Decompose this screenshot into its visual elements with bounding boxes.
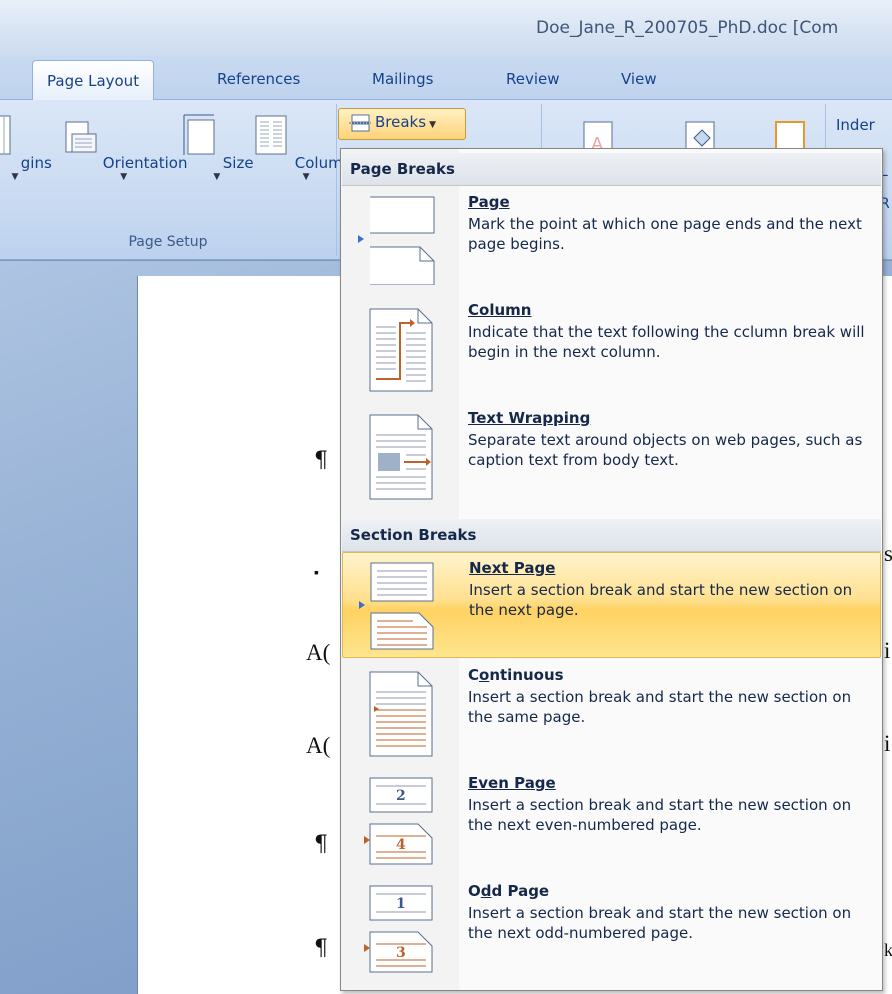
doc-text-fragment: k [884,940,892,960]
menu-item-continuous[interactable]: Continuous Insert a section break and st… [342,660,881,766]
menu-item-title: Continuous [468,666,564,684]
chevron-down-icon: ▼ [213,172,221,182]
menu-item-description: Mark the point at which one page ends an… [468,215,862,253]
menu-item-description: Insert a section break and start the new… [469,581,853,619]
doc-text-fragment: i [884,731,891,756]
orientation-button[interactable]: Orientation ▼ [60,112,187,182]
column-break-icon [369,308,433,392]
indent-label: Inder [836,116,875,134]
paragraph-mark: ¶ [314,832,328,857]
even-page-icon: 2 4 [364,777,433,865]
section-breaks-header: Section Breaks [342,519,881,552]
margins-button[interactable]: gins ▼ [0,112,52,182]
odd-page-icon: 1 3 [364,885,433,973]
svg-text:4: 4 [396,837,406,853]
breaks-menu: Page Breaks Page Mark the point at which… [340,148,883,991]
page-breaks-header: Page Breaks [342,153,881,186]
menu-item-title: Column [468,301,532,319]
doc-text-fragment: i [884,638,891,663]
menu-item-odd-page[interactable]: 1 3 Odd Page Insert a section break and … [342,876,881,982]
tab-page-layout[interactable]: Page Layout [32,60,155,101]
page-setup-group: gins ▼ Orientation ▼ Size ▼ Columns ▼ Pa… [0,104,360,256]
menu-item-title: Next Page [469,559,556,577]
tab-references[interactable]: References [217,70,300,88]
menu-item-title: Page [468,193,510,211]
bullet-mark: ▪ [314,566,319,581]
size-icon [183,114,215,155]
menu-item-title: Even Page [468,774,556,792]
doc-text-fragment: A( [306,640,331,665]
window-title: Doe_Jane_R_200705_PhD.doc [Com [536,18,839,38]
chevron-down-icon: ▼ [120,172,128,182]
columns-icon [255,115,287,155]
chevron-down-icon: ▼ [11,172,19,182]
menu-item-text-wrapping-break[interactable]: Text Wrapping Separate text around objec… [342,403,881,509]
continuous-icon [369,671,433,757]
tab-review[interactable]: Review [506,70,560,88]
paragraph-mark: ¶ [314,448,328,473]
menu-item-title: Odd Page [468,882,550,900]
tab-mailings[interactable]: Mailings [372,70,433,88]
menu-item-description: Indicate that the text following the ccl… [468,323,865,361]
menu-item-description: Insert a section break and start the new… [468,904,852,942]
menu-item-description: Insert a section break and start the new… [468,688,852,726]
page-break-icon [358,196,435,285]
title-bar: Doe_Jane_R_200705_PhD.doc [Com [0,0,892,56]
next-page-icon [359,562,434,650]
menu-item-even-page[interactable]: 2 4 Even Page Insert a section break and… [342,768,881,874]
chevron-down-icon: ▼ [429,120,436,130]
breaks-icon [349,114,371,131]
menu-item-column-break[interactable]: Column Indicate that the text following … [342,295,881,401]
menu-item-page-break[interactable]: Page Mark the point at which one page en… [342,187,881,293]
text-wrapping-icon [369,414,433,500]
svg-text:1: 1 [396,896,406,912]
doc-text-fragment: s [884,541,892,566]
size-button[interactable]: Size ▼ [180,112,254,182]
orientation-icon [65,121,97,153]
doc-text-fragment: A( [306,733,331,758]
svg-text:2: 2 [396,788,406,804]
svg-text:3: 3 [396,945,406,961]
menu-item-title: Text Wrapping [468,409,591,427]
page-setup-group-label: Page Setup [128,234,208,250]
margins-icon [0,115,11,155]
menu-item-description: Insert a section break and start the new… [468,796,852,834]
menu-item-description: Separate text around objects on web page… [468,431,863,469]
menu-item-next-page[interactable]: Next Page Insert a section break and sta… [342,552,881,658]
tab-view[interactable]: View [621,70,657,88]
ribbon-tabs: Page Layout References Mailings Review V… [0,56,892,101]
breaks-button[interactable]: Breaks ▼ [338,108,466,140]
paragraph-mark: ¶ [314,936,328,961]
